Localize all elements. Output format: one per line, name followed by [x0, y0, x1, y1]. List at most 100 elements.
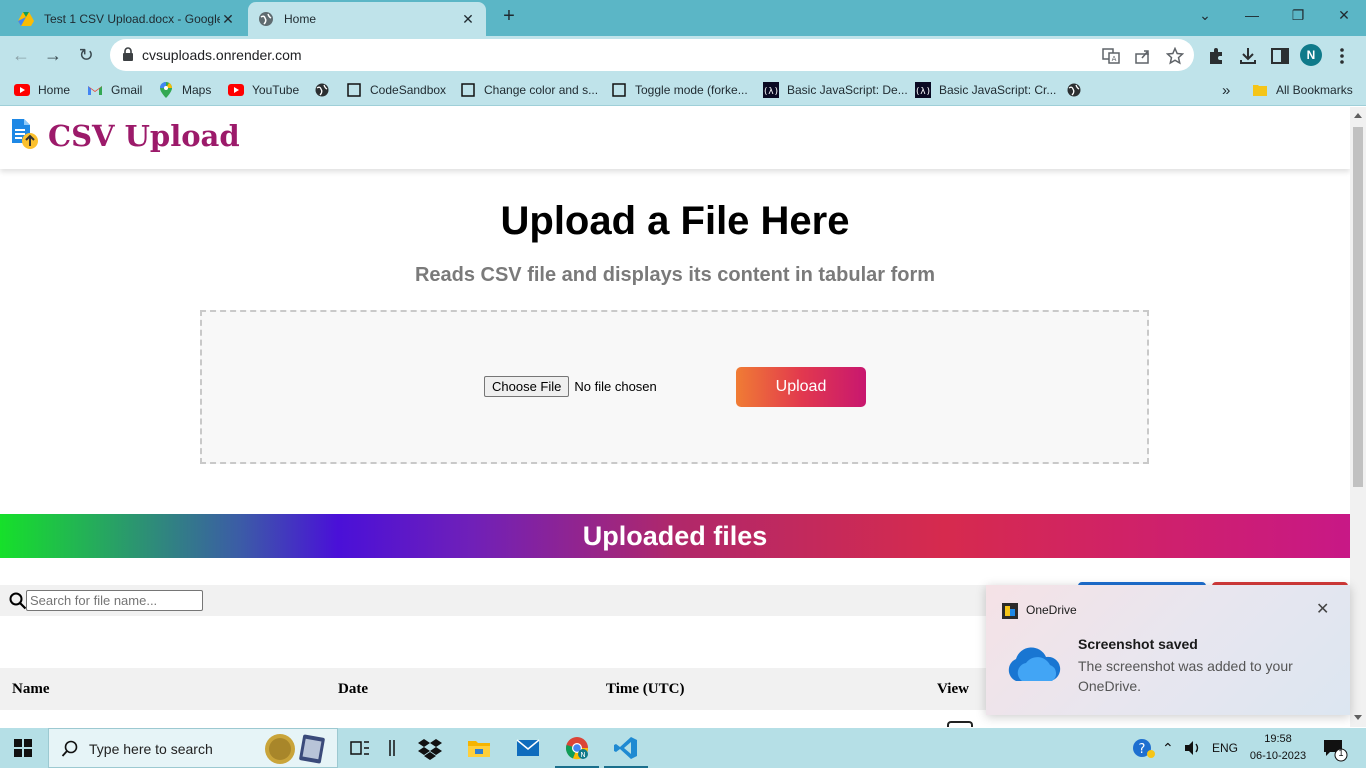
bookmark-globe-2[interactable] — [1066, 74, 1090, 106]
help-icon[interactable]: ? — [1132, 737, 1156, 759]
bookmark-label: Home — [38, 83, 71, 97]
tab-home[interactable]: Home ✕ — [248, 2, 486, 36]
page-title: Upload a File Here — [500, 199, 850, 243]
page-scrollbar[interactable] — [1350, 107, 1366, 727]
close-notification-icon[interactable]: ✕ — [1316, 599, 1329, 619]
dropbox-icon[interactable] — [418, 736, 442, 760]
globe-icon — [314, 82, 330, 98]
search-icon — [9, 592, 27, 610]
search-icon — [61, 740, 78, 757]
tab-strip: Test 1 CSV Upload.docx - Google Docs ✕ H… — [0, 0, 1366, 36]
chrome-icon[interactable]: N — [565, 736, 589, 760]
bookmark-label: Gmail — [111, 83, 143, 97]
browser-toolbar: ← → ↻ A — [0, 36, 1366, 74]
bookmark-label: Basic JavaScript: Cr... — [939, 83, 1057, 97]
bookmark-basic-js-2[interactable]: (λ) Basic JavaScript: Cr... — [915, 74, 1056, 106]
address-bar[interactable]: A — [110, 39, 1194, 71]
minimize-icon[interactable]: — — [1240, 4, 1264, 26]
gmail-icon — [87, 82, 103, 98]
more-menu-icon[interactable] — [1332, 46, 1352, 66]
close-tab-icon[interactable]: ✕ — [460, 11, 476, 28]
codesandbox-icon — [611, 82, 627, 98]
forward-arrow-icon[interactable]: → — [42, 44, 64, 66]
widgets-icon[interactable] — [380, 736, 404, 760]
upload-button[interactable]: Upload — [736, 367, 866, 407]
bookmark-youtube[interactable]: YouTube — [228, 74, 299, 106]
bookmark-toggle-mode[interactable]: Toggle mode (forke... — [611, 74, 748, 106]
svg-text:?: ? — [1139, 742, 1146, 757]
brand-title[interactable]: CSV Upload — [48, 119, 240, 153]
translate-icon[interactable]: A — [1102, 47, 1120, 65]
profile-avatar[interactable]: N — [1300, 44, 1322, 66]
tray-expand-chevron-icon[interactable]: ⌃ — [1162, 728, 1174, 768]
task-view-icon[interactable] — [348, 736, 372, 760]
vscode-icon[interactable] — [614, 736, 638, 760]
restore-icon[interactable]: ❐ — [1286, 4, 1310, 26]
file-status-text: No file chosen — [574, 379, 657, 394]
new-tab-button[interactable]: + — [498, 6, 520, 28]
youtube-icon — [228, 82, 244, 98]
scroll-down-arrow-icon[interactable] — [1354, 715, 1362, 720]
bookmark-globe[interactable] — [314, 74, 338, 106]
volume-icon[interactable] — [1184, 739, 1202, 757]
google-drive-icon — [18, 11, 34, 27]
tab-search-chevron-icon[interactable]: ⌄ — [1193, 4, 1217, 26]
lock-icon — [123, 47, 133, 61]
share-icon[interactable] — [1134, 47, 1152, 65]
column-header-date: Date — [338, 681, 368, 697]
reload-icon[interactable]: ↻ — [75, 44, 97, 66]
svg-text:A: A — [1112, 55, 1117, 63]
clock[interactable]: 19:58 06-10-2023 — [1248, 731, 1308, 765]
bookmark-label: CodeSandbox — [370, 83, 447, 97]
bookmark-home[interactable]: Home — [14, 74, 70, 106]
mail-icon[interactable] — [516, 736, 540, 760]
taskbar-search-placeholder: Type here to search — [89, 741, 213, 757]
close-tab-icon[interactable]: ✕ — [220, 11, 236, 28]
taskbar-search-box[interactable]: Type here to search — [48, 728, 338, 768]
url-input[interactable] — [142, 39, 1042, 71]
codesandbox-icon — [460, 82, 476, 98]
scroll-up-arrow-icon[interactable] — [1354, 113, 1362, 118]
clock-date: 06-10-2023 — [1249, 750, 1307, 762]
maps-icon — [158, 82, 174, 98]
notification-title: Screenshot saved — [1078, 636, 1198, 652]
tab-google-docs[interactable]: Test 1 CSV Upload.docx - Google Docs ✕ — [8, 2, 246, 36]
bookmarks-overflow-button[interactable]: » — [1222, 74, 1230, 106]
notification-app-name: OneDrive — [1026, 603, 1077, 617]
notification-count-badge: 1 — [1338, 748, 1344, 758]
notification-body: The screenshot was added to your OneDriv… — [1078, 658, 1293, 694]
back-arrow-icon[interactable]: ← — [10, 44, 32, 66]
file-explorer-icon[interactable] — [467, 736, 491, 760]
uploaded-files-banner: Uploaded files — [0, 514, 1350, 558]
bookmark-gmail[interactable]: Gmail — [87, 74, 142, 106]
freecodecamp-icon: (λ) — [915, 82, 931, 98]
close-window-icon[interactable]: ✕ — [1332, 4, 1356, 26]
bookmark-change-color[interactable]: Change color and s... — [460, 74, 598, 106]
language-indicator[interactable]: ENG — [1212, 728, 1238, 768]
all-bookmarks-button[interactable]: All Bookmarks — [1252, 74, 1353, 106]
onedrive-app-icon — [1002, 603, 1018, 619]
bookmark-basic-js-1[interactable]: (λ) Basic JavaScript: De... — [763, 74, 908, 106]
bookmark-codesandbox[interactable]: CodeSandbox — [346, 74, 446, 106]
scrollbar-thumb[interactable] — [1353, 127, 1363, 487]
bookmark-label: Change color and s... — [484, 83, 599, 97]
side-panel-icon[interactable] — [1270, 46, 1290, 66]
windows-start-icon[interactable] — [14, 739, 32, 757]
globe-icon — [1066, 82, 1082, 98]
csv-file-upload-icon — [12, 119, 38, 149]
onedrive-notification[interactable]: OneDrive ✕ Screenshot saved The screensh… — [986, 585, 1350, 715]
download-icon[interactable] — [1238, 46, 1258, 66]
search-input[interactable] — [26, 590, 203, 611]
folder-icon — [1252, 82, 1268, 98]
file-input[interactable]: Choose File No file chosen — [484, 376, 657, 397]
windows-taskbar: Type here to search N ? ⌃ ENG 19:58 06-1… — [0, 728, 1366, 768]
choose-file-button[interactable]: Choose File — [484, 376, 570, 397]
freecodecamp-icon: (λ) — [763, 82, 779, 98]
view-file-icon[interactable] — [947, 721, 973, 727]
svg-text:(λ): (λ) — [915, 87, 931, 97]
globe-icon — [258, 11, 274, 27]
codesandbox-icon — [346, 82, 362, 98]
extensions-icon[interactable] — [1206, 46, 1226, 66]
bookmark-star-icon[interactable] — [1166, 47, 1184, 65]
bookmark-maps[interactable]: Maps — [158, 74, 211, 106]
